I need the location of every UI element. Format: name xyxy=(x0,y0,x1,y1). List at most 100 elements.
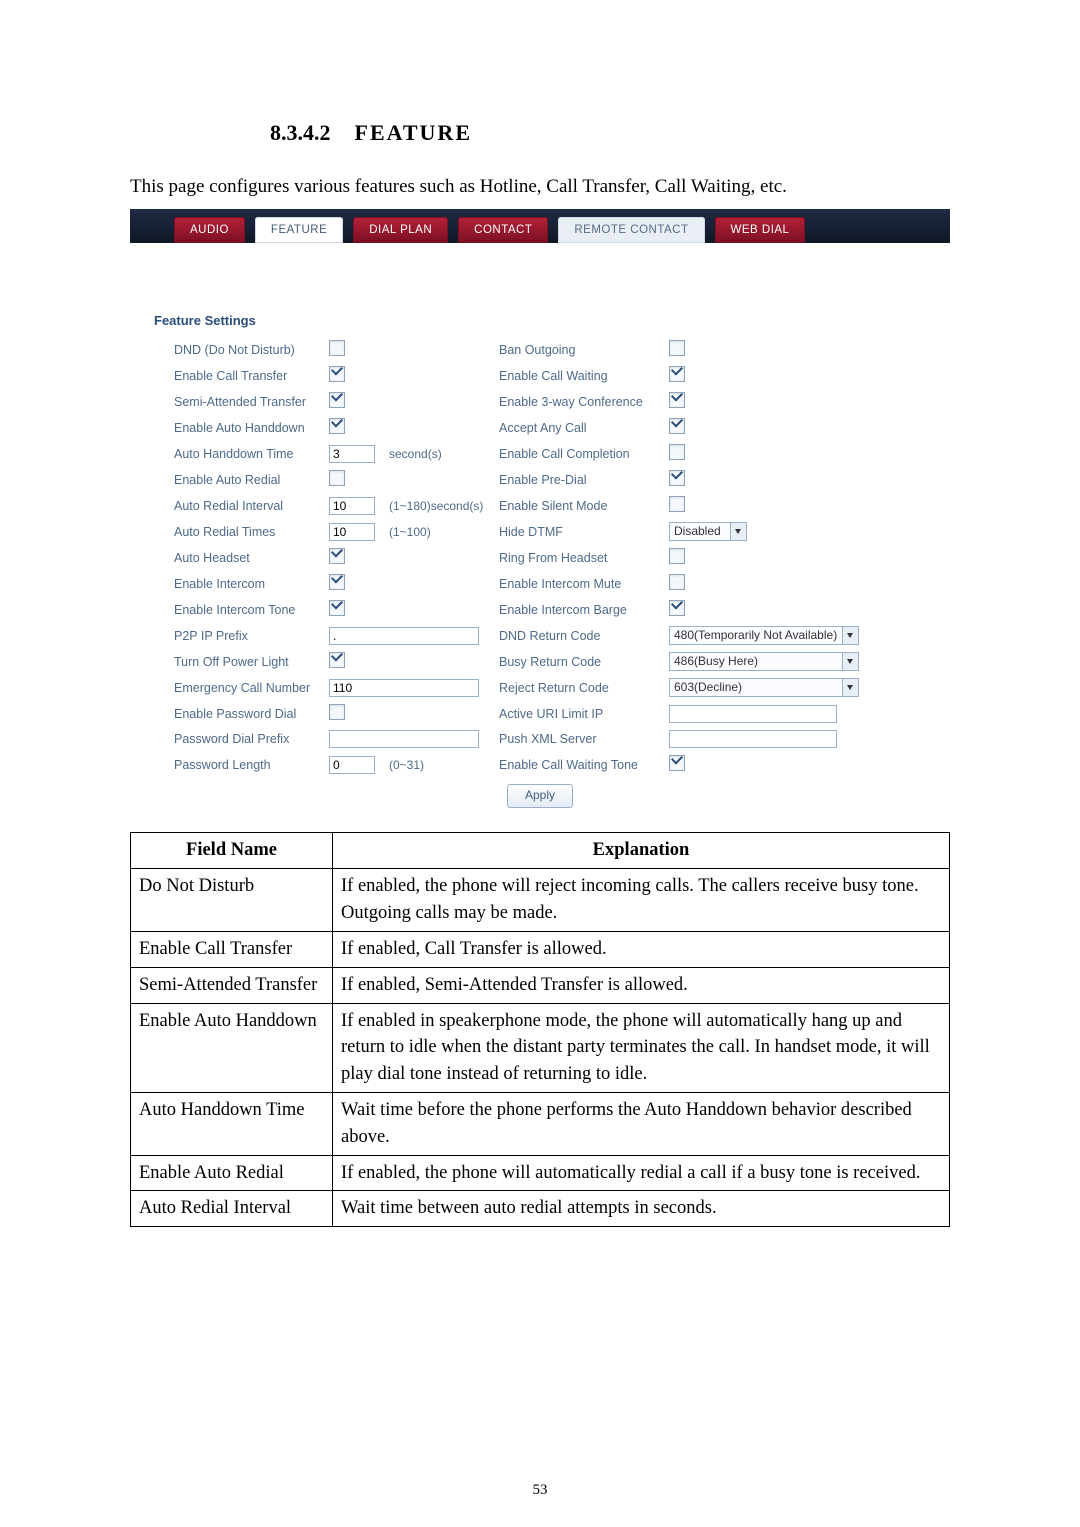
checkbox-intercom[interactable] xyxy=(329,574,345,590)
checkbox-password-dial[interactable] xyxy=(329,704,345,720)
checkbox-call-completion[interactable] xyxy=(669,444,685,460)
select-busy-return[interactable]: 486(Busy Here) xyxy=(669,652,859,671)
input-redial-interval[interactable] xyxy=(329,497,375,515)
tab-contact[interactable]: CONTACT xyxy=(458,217,548,243)
tab-dialplan[interactable]: DIAL PLAN xyxy=(353,217,448,243)
tab-audio[interactable]: AUDIO xyxy=(174,217,245,243)
feature-settings-title: Feature Settings xyxy=(154,313,926,328)
input-password-prefix[interactable] xyxy=(329,730,479,748)
checkbox-auto-handdown[interactable] xyxy=(329,418,345,434)
th-explanation: Explanation xyxy=(333,833,950,869)
label-reject-return: Reject Return Code xyxy=(499,681,669,695)
chevron-down-icon xyxy=(842,653,858,670)
chevron-down-icon xyxy=(842,627,858,644)
input-password-length[interactable] xyxy=(329,756,375,774)
input-emergency[interactable] xyxy=(329,679,479,697)
tab-webdial[interactable]: WEB DIAL xyxy=(715,217,806,243)
screenshot-panel: AUDIO FEATURE DIAL PLAN CONTACT REMOTE C… xyxy=(130,209,950,824)
tab-remote-contact[interactable]: REMOTE CONTACT xyxy=(558,217,704,243)
checkbox-pre-dial[interactable] xyxy=(669,470,685,486)
cell-field: Do Not Disturb xyxy=(131,869,333,932)
chevron-down-icon xyxy=(730,523,746,540)
page-number: 53 xyxy=(0,1482,1080,1499)
cell-field: Auto Redial Interval xyxy=(131,1191,333,1227)
checkbox-auto-headset[interactable] xyxy=(329,548,345,564)
table-row: Auto Handdown TimeWait time before the p… xyxy=(131,1092,950,1155)
input-handdown-time[interactable] xyxy=(329,445,375,463)
checkbox-call-waiting[interactable] xyxy=(669,366,685,382)
label-ban-outgoing: Ban Outgoing xyxy=(499,343,669,357)
cell-expl: If enabled, the phone will reject incomi… xyxy=(333,869,950,932)
label-three-way: Enable 3-way Conference xyxy=(499,395,669,409)
label-push-xml: Push XML Server xyxy=(499,732,669,746)
checkbox-ring-headset[interactable] xyxy=(669,548,685,564)
label-dnd: DND (Do Not Disturb) xyxy=(174,343,329,357)
cell-expl: Wait time between auto redial attempts i… xyxy=(333,1191,950,1227)
label-password-dial: Enable Password Dial xyxy=(174,707,329,721)
input-active-uri[interactable] xyxy=(669,705,837,723)
label-intercom-mute: Enable Intercom Mute xyxy=(499,577,669,591)
checkbox-cw-tone[interactable] xyxy=(669,755,685,771)
cell-field: Auto Handdown Time xyxy=(131,1092,333,1155)
table-row: Auto Redial IntervalWait time between au… xyxy=(131,1191,950,1227)
label-accept-any: Accept Any Call xyxy=(499,421,669,435)
select-reject-return-value: 603(Decline) xyxy=(674,680,742,694)
checkbox-intercom-mute[interactable] xyxy=(669,574,685,590)
label-active-uri: Active URI Limit IP xyxy=(499,707,669,721)
checkbox-call-transfer[interactable] xyxy=(329,366,345,382)
select-hide-dtmf-value: Disabled xyxy=(674,524,721,538)
apply-button[interactable]: Apply xyxy=(507,784,573,808)
checkbox-intercom-tone[interactable] xyxy=(329,600,345,616)
table-row: Enable Auto HanddownIf enabled in speake… xyxy=(131,1003,950,1092)
label-hide-dtmf: Hide DTMF xyxy=(499,525,669,539)
select-dnd-return[interactable]: 480(Temporarily Not Available) xyxy=(669,626,859,645)
table-row: Semi-Attended TransferIf enabled, Semi-A… xyxy=(131,967,950,1003)
input-redial-times[interactable] xyxy=(329,523,375,541)
select-busy-return-value: 486(Busy Here) xyxy=(674,654,758,668)
cell-expl: Wait time before the phone performs the … xyxy=(333,1092,950,1155)
label-redial-interval: Auto Redial Interval xyxy=(174,499,329,513)
label-dnd-return: DND Return Code xyxy=(499,629,669,643)
checkbox-semi-attended[interactable] xyxy=(329,392,345,408)
label-intercom-barge: Enable Intercom Barge xyxy=(499,603,669,617)
checkbox-power-light[interactable] xyxy=(329,652,345,668)
checkbox-dnd[interactable] xyxy=(329,340,345,356)
label-intercom-tone: Enable Intercom Tone xyxy=(174,603,329,617)
label-pre-dial: Enable Pre-Dial xyxy=(499,473,669,487)
label-redial-times: Auto Redial Times xyxy=(174,525,329,539)
checkbox-intercom-barge[interactable] xyxy=(669,600,685,616)
explanation-table: Field Name Explanation Do Not DisturbIf … xyxy=(130,832,950,1227)
cell-field: Enable Auto Handdown xyxy=(131,1003,333,1092)
checkbox-three-way[interactable] xyxy=(669,392,685,408)
label-ring-headset: Ring From Headset xyxy=(499,551,669,565)
tab-feature[interactable]: FEATURE xyxy=(255,217,343,243)
section-heading: 8.3.4.2FEATURE xyxy=(270,120,950,146)
chevron-down-icon xyxy=(842,679,858,696)
label-password-length: Password Length xyxy=(174,758,329,772)
checkbox-accept-any[interactable] xyxy=(669,418,685,434)
checkbox-auto-redial[interactable] xyxy=(329,470,345,486)
label-password-prefix: Password Dial Prefix xyxy=(174,732,329,746)
select-reject-return[interactable]: 603(Decline) xyxy=(669,678,859,697)
label-silent-mode: Enable Silent Mode xyxy=(499,499,669,513)
cell-field: Semi-Attended Transfer xyxy=(131,967,333,1003)
table-row: Enable Call TransferIf enabled, Call Tra… xyxy=(131,931,950,967)
tab-bar: AUDIO FEATURE DIAL PLAN CONTACT REMOTE C… xyxy=(130,209,950,243)
label-intercom: Enable Intercom xyxy=(174,577,329,591)
section-title: FEATURE xyxy=(355,120,473,145)
label-auto-headset: Auto Headset xyxy=(174,551,329,565)
label-emergency: Emergency Call Number xyxy=(174,681,329,695)
checkbox-silent-mode[interactable] xyxy=(669,496,685,512)
input-push-xml[interactable] xyxy=(669,730,837,748)
select-hide-dtmf[interactable]: Disabled xyxy=(669,522,747,541)
label-power-light: Turn Off Power Light xyxy=(174,655,329,669)
cell-field: Enable Auto Redial xyxy=(131,1155,333,1191)
checkbox-ban-outgoing[interactable] xyxy=(669,340,685,356)
settings-grid: DND (Do Not Disturb) Ban Outgoing Enable… xyxy=(174,340,926,774)
cell-expl: If enabled in speakerphone mode, the pho… xyxy=(333,1003,950,1092)
input-p2p-prefix[interactable] xyxy=(329,627,479,645)
suffix-redial-times: (1~100) xyxy=(389,525,499,539)
select-dnd-return-value: 480(Temporarily Not Available) xyxy=(674,628,837,642)
label-semi-attended: Semi-Attended Transfer xyxy=(174,395,329,409)
label-handdown-time: Auto Handdown Time xyxy=(174,447,329,461)
